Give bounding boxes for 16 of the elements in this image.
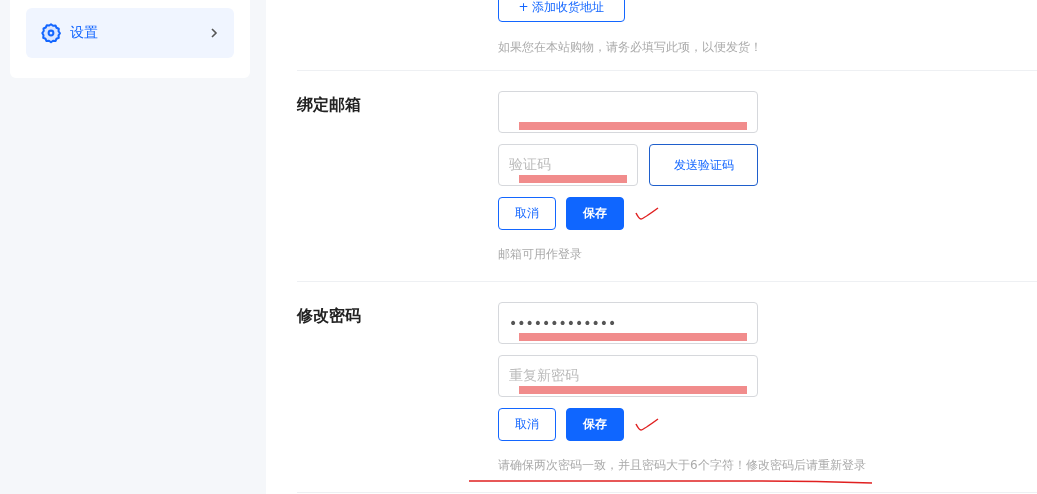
chevron-icon <box>210 27 218 39</box>
hint-text: 请确保两次密码一致，并且密码大于6个字符！修改密码后请重新登录 <box>498 458 866 472</box>
cancel-button[interactable]: 取消 <box>498 408 556 441</box>
sidebar-item[interactable]: 设置 <box>26 8 234 58</box>
add-address-button[interactable]: + 添加收货地址 <box>498 0 625 22</box>
password-field[interactable]: ••••••••••••• <box>498 302 758 344</box>
hint-text: 邮箱可用作登录 <box>498 247 582 261</box>
save-button[interactable]: 保存 <box>566 408 624 441</box>
cancel-button[interactable]: 取消 <box>498 197 556 230</box>
section-title: 修改密码 <box>297 305 362 327</box>
input-field[interactable] <box>498 91 758 133</box>
hint-text: 如果您在本站购物，请务必填写此项，以便发货！ <box>498 39 758 56</box>
send-code-button[interactable]: 发送验证码 <box>649 144 758 186</box>
settings-icon <box>40 22 62 44</box>
save-button[interactable]: 保存 <box>566 197 624 230</box>
section-title: 绑定邮箱 <box>297 94 362 116</box>
